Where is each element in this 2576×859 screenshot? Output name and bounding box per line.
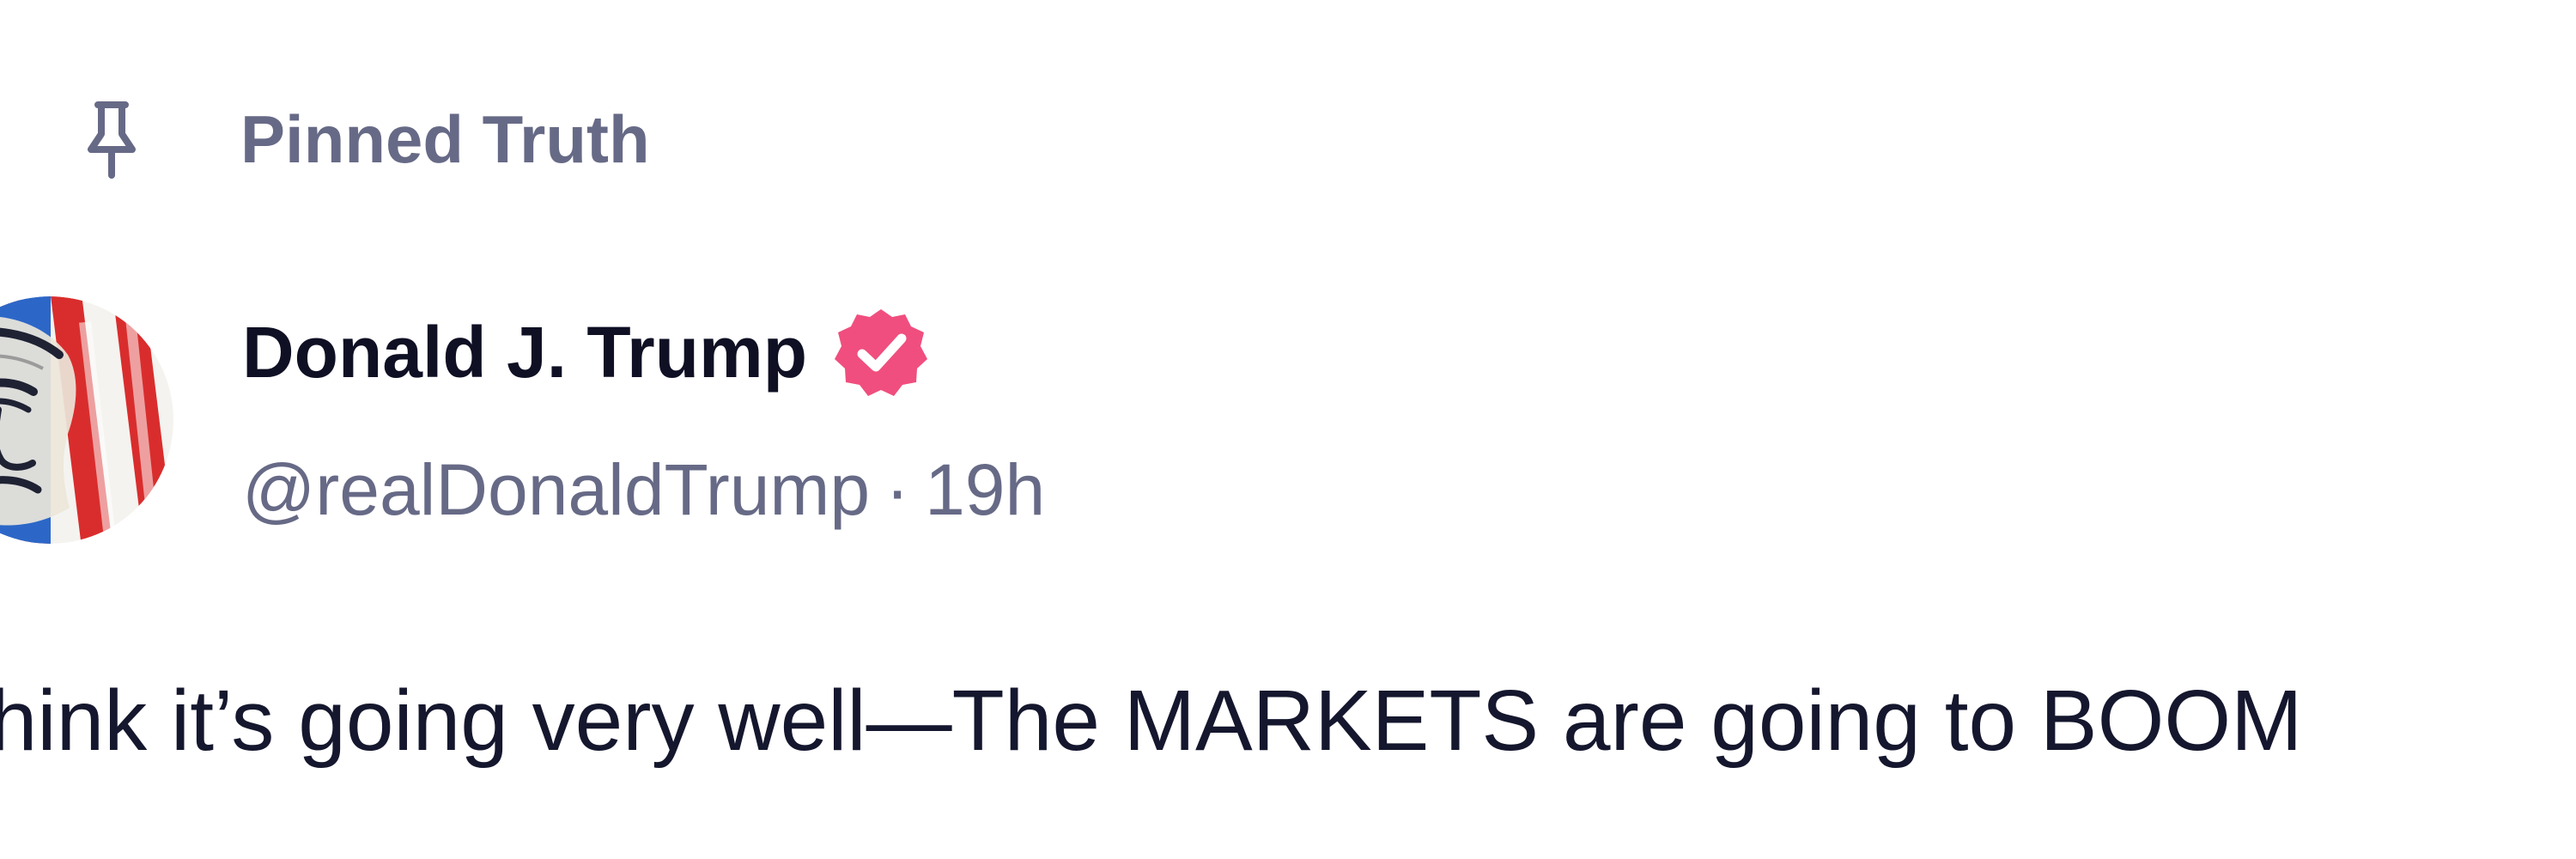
post-time[interactable]: 19h — [925, 449, 1045, 530]
author-name[interactable]: Donald J. Trump — [242, 316, 807, 388]
author-name-row: Donald J. Trump — [242, 309, 929, 396]
avatar[interactable] — [0, 296, 173, 544]
pinned-label: Pinned Truth — [240, 101, 650, 177]
post-body: think it’s going very well—The MARKETS a… — [0, 673, 2303, 769]
pinned-post-card: Pinned Truth Donald J. Trump @realDonald… — [0, 0, 2576, 859]
verified-badge-icon — [833, 304, 929, 400]
pinned-row: Pinned Truth — [86, 96, 650, 182]
meta-separator: · — [885, 449, 910, 530]
author-handle[interactable]: @realDonaldTrump — [242, 449, 870, 530]
pin-icon — [86, 96, 163, 182]
author-meta: @realDonaldTrump · 19h — [242, 454, 1045, 526]
